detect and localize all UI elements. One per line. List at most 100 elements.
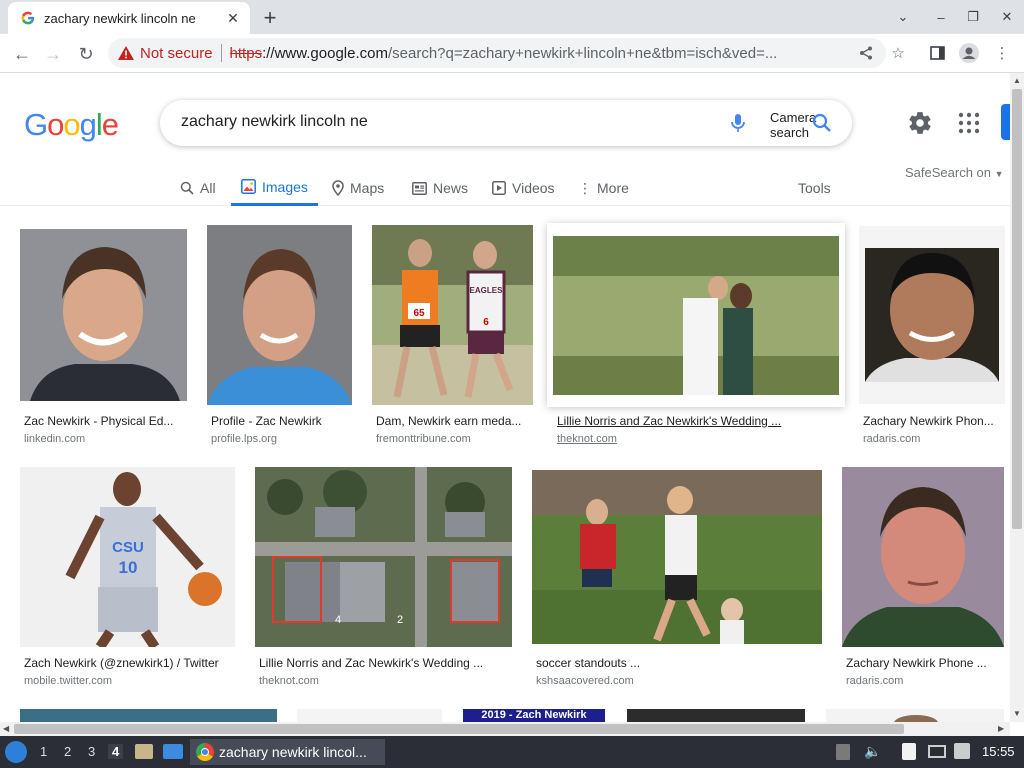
search-icon: [180, 181, 194, 195]
url-text[interactable]: https://www.google.com/search?q=zachary+…: [230, 45, 830, 62]
result-title[interactable]: soccer standouts ...: [536, 656, 816, 670]
tools-button[interactable]: Tools: [798, 170, 831, 206]
result-title[interactable]: Lillie Norris and Zac Newkirk's Wedding …: [557, 414, 797, 428]
tab-label: Videos: [512, 180, 555, 196]
workspace-1[interactable]: 1: [40, 744, 47, 759]
new-tab-button[interactable]: +: [258, 5, 282, 30]
tab-label: All: [200, 180, 216, 196]
result-thumbnail[interactable]: [20, 229, 187, 401]
file-manager-icon[interactable]: [135, 744, 153, 759]
system-clock: 15:55: [982, 744, 1015, 759]
tab-images[interactable]: Images: [231, 170, 318, 206]
microphone-icon[interactable]: [726, 111, 750, 135]
result-source[interactable]: radaris.com: [863, 433, 920, 445]
side-panel-icon[interactable]: [927, 43, 947, 63]
profile-avatar-icon[interactable]: [959, 43, 979, 63]
camera-search-icon[interactable]: Camera search: [770, 110, 816, 140]
browser-tab[interactable]: zachary newkirk lincoln ne ✕: [8, 2, 250, 34]
result-title[interactable]: Zach Newkirk (@znewkirk1) / Twitter: [24, 656, 234, 670]
workspace-3[interactable]: 3: [88, 744, 95, 759]
address-bar[interactable]: Not secure https://www.google.com/search…: [108, 38, 886, 68]
clipboard-icon[interactable]: [902, 743, 916, 760]
tab-news[interactable]: News: [412, 170, 468, 206]
result-thumbnail[interactable]: 4 2: [255, 467, 512, 647]
result-thumbnail[interactable]: [20, 709, 277, 722]
result-title[interactable]: Zac Newkirk - Physical Ed...: [24, 414, 184, 428]
tab-all[interactable]: All: [180, 170, 216, 206]
result-thumbnail[interactable]: [826, 709, 1004, 722]
tab-strip: zachary newkirk lincoln ne ✕ + ⌄ – ❐ ✕: [0, 0, 1024, 34]
result-title[interactable]: Lillie Norris and Zac Newkirk's Wedding …: [259, 656, 509, 670]
reload-button[interactable]: ↻: [73, 41, 99, 67]
search-box[interactable]: zachary newkirk lincoln ne Camera search: [160, 100, 852, 146]
result-thumbnail[interactable]: [627, 709, 805, 722]
vertical-scrollbar[interactable]: ▲ ▼: [1010, 73, 1024, 722]
search-input[interactable]: zachary newkirk lincoln ne: [181, 113, 368, 131]
vertical-scroll-thumb[interactable]: [1012, 89, 1022, 529]
result-thumbnail[interactable]: [532, 470, 822, 644]
tab-label: News: [433, 180, 469, 196]
result-source[interactable]: radaris.com: [846, 675, 903, 687]
tray-icon[interactable]: [836, 744, 850, 760]
result-thumbnail[interactable]: CSU 10: [20, 467, 235, 647]
result-source[interactable]: kshsaacovered.com: [536, 675, 634, 687]
result-thumbnail[interactable]: [553, 236, 839, 395]
share-icon[interactable]: [856, 43, 876, 63]
search-icon[interactable]: [810, 111, 834, 135]
desktop-icon[interactable]: [163, 744, 183, 759]
workspace-2[interactable]: 2: [64, 744, 71, 759]
start-menu-icon[interactable]: [5, 741, 27, 763]
close-window-button[interactable]: ✕: [996, 6, 1018, 28]
menu-kebab-icon[interactable]: ⋮: [992, 43, 1012, 63]
taskbar-chrome-window[interactable]: zachary newkirk lincol...: [190, 739, 385, 765]
result-title[interactable]: Zachary Newkirk Phon...: [863, 414, 1003, 428]
scroll-right-arrow-icon[interactable]: ▶: [998, 724, 1004, 733]
restore-button[interactable]: ❐: [962, 6, 984, 28]
chrome-icon: [196, 743, 214, 761]
more-vert-icon: ⋮: [578, 179, 592, 196]
close-tab-icon[interactable]: ✕: [224, 9, 242, 27]
volume-icon[interactable]: 🔈: [864, 743, 881, 760]
scroll-down-arrow-icon[interactable]: ▼: [1013, 709, 1021, 718]
result-thumbnail[interactable]: [297, 709, 442, 722]
scroll-left-arrow-icon[interactable]: ◀: [3, 724, 9, 733]
result-thumbnail[interactable]: [207, 225, 352, 405]
security-label[interactable]: Not secure: [140, 45, 213, 62]
forward-button[interactable]: →: [40, 41, 66, 67]
notification-icon[interactable]: [954, 743, 970, 759]
result-thumbnail[interactable]: [842, 467, 1004, 647]
display-icon[interactable]: [928, 745, 946, 758]
bookmark-star-icon[interactable]: ☆: [888, 43, 908, 63]
url-host: ://www.google.com: [262, 44, 388, 62]
map-parcel-label: 4: [335, 614, 341, 626]
result-source[interactable]: theknot.com: [557, 433, 617, 445]
warning-icon[interactable]: [118, 46, 134, 60]
scroll-up-arrow-icon[interactable]: ▲: [1013, 76, 1021, 85]
result-thumbnail[interactable]: [865, 248, 999, 382]
horizontal-scroll-thumb[interactable]: [14, 724, 904, 734]
result-source[interactable]: linkedin.com: [24, 433, 85, 445]
result-title[interactable]: Dam, Newkirk earn meda...: [376, 414, 531, 428]
result-title[interactable]: Zachary Newkirk Phone ...: [846, 656, 1001, 670]
result-source[interactable]: profile.lps.org: [211, 433, 277, 445]
result-source[interactable]: mobile.twitter.com: [24, 675, 112, 687]
result-thumbnail[interactable]: 65 EAGLES 6: [372, 225, 533, 405]
back-button[interactable]: ←: [9, 41, 35, 67]
horizontal-scrollbar[interactable]: ◀ ▶: [0, 722, 1010, 736]
workspace-4[interactable]: 4: [108, 744, 124, 759]
google-apps-icon[interactable]: [958, 112, 980, 134]
result-source[interactable]: fremonttribune.com: [376, 433, 471, 445]
minimize-button[interactable]: –: [930, 6, 952, 28]
result-source[interactable]: theknot.com: [259, 675, 319, 687]
settings-gear-icon[interactable]: [907, 110, 933, 136]
result-thumbnail-banner[interactable]: 2019 - Zach Newkirk: [463, 709, 605, 722]
tab-more[interactable]: ⋮ More: [578, 170, 629, 206]
jersey-number: 10: [119, 558, 138, 577]
map-pin-icon: [332, 180, 344, 196]
result-title[interactable]: Profile - Zac Newkirk: [211, 414, 351, 428]
tab-search-icon[interactable]: ⌄: [892, 6, 914, 28]
tab-maps[interactable]: Maps: [332, 170, 384, 206]
google-logo[interactable]: Google: [24, 107, 119, 143]
tab-label: Maps: [350, 180, 385, 196]
tab-videos[interactable]: Videos: [492, 170, 555, 206]
